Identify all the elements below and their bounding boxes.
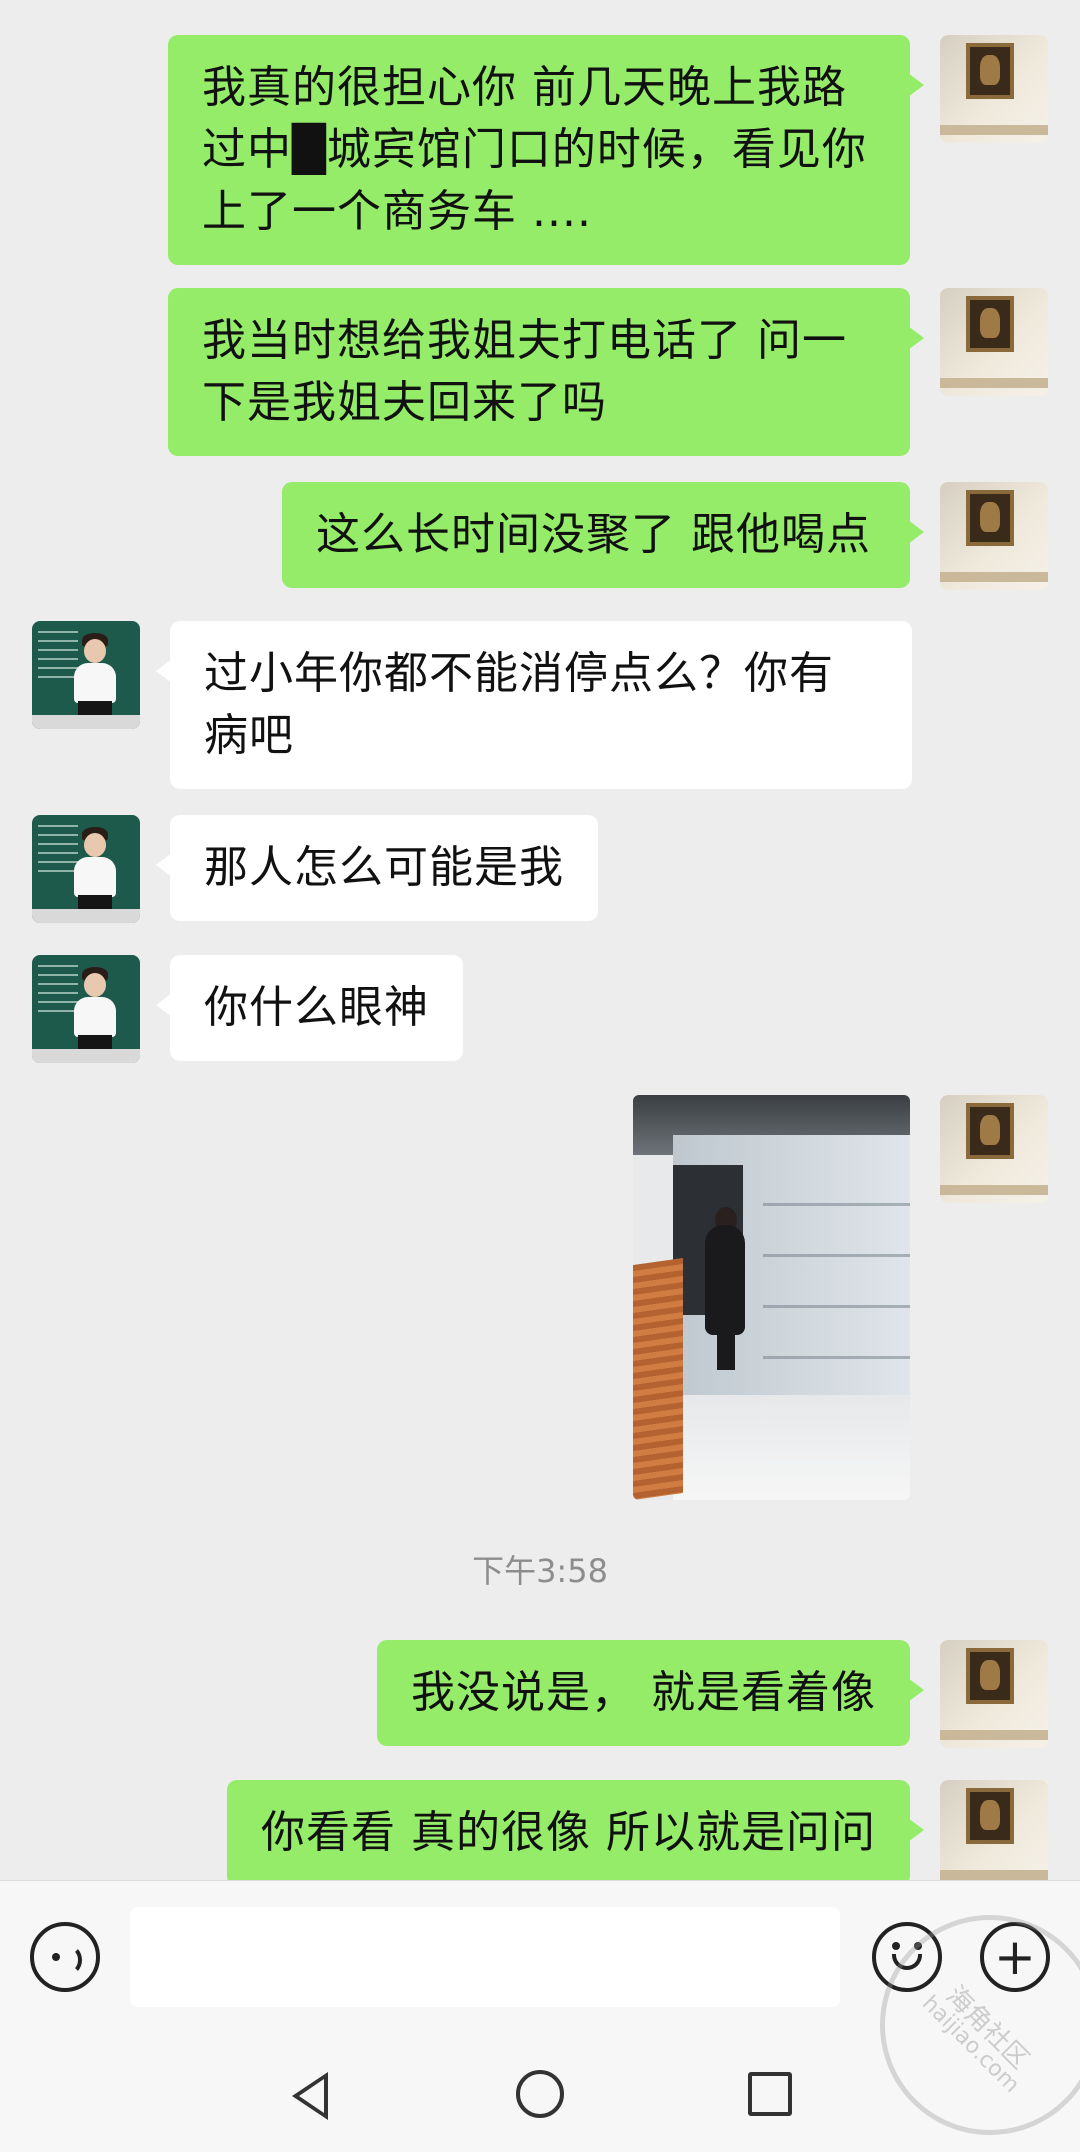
self-avatar[interactable] — [940, 482, 1048, 590]
message-bubble-other[interactable]: 你什么眼神 — [156, 955, 463, 1061]
message-bubble-self[interactable]: 我真的很担心你 前几天晚上我路过中█城宾馆门口的时候，看见你上了一个商务车 ..… — [168, 35, 924, 265]
self-avatar[interactable] — [940, 35, 1048, 143]
self-avatar[interactable] — [940, 1780, 1048, 1880]
emoji-icon[interactable] — [872, 1922, 942, 1992]
message-bubble-other[interactable]: 那人怎么可能是我 — [156, 815, 598, 921]
recent-square-icon[interactable] — [748, 2072, 792, 2116]
contact-avatar[interactable] — [32, 955, 140, 1063]
contact-avatar[interactable] — [32, 621, 140, 729]
image-message[interactable] — [633, 1095, 910, 1500]
message-timestamp: 下午3:58 — [472, 1552, 608, 1590]
message-bubble-self[interactable]: 这么长时间没聚了 跟他喝点 — [282, 482, 924, 588]
message-input[interactable] — [130, 1907, 840, 2007]
message-bubble-self[interactable]: 我没说是， 就是看着像 — [377, 1640, 924, 1746]
home-circle-icon[interactable] — [516, 2070, 564, 2118]
back-triangle-icon[interactable] — [292, 2072, 328, 2120]
self-avatar[interactable] — [940, 288, 1048, 396]
self-avatar[interactable] — [940, 1095, 1048, 1203]
message-bubble-other[interactable]: 过小年你都不能消停点么？你有病吧 — [156, 621, 912, 789]
message-bubble-self[interactable]: 我当时想给我姐夫打电话了 问一下是我姐夫回来了吗 — [168, 288, 924, 456]
voice-icon[interactable] — [30, 1922, 100, 1992]
input-bar: + — [0, 1880, 1080, 2036]
contact-avatar[interactable] — [32, 815, 140, 923]
message-bubble-self[interactable]: 你看看 真的很像 所以就是问问 — [227, 1780, 924, 1880]
self-avatar[interactable] — [940, 1640, 1048, 1748]
system-nav-bar — [0, 2036, 1080, 2152]
plus-icon[interactable]: + — [980, 1922, 1050, 1992]
chat-area[interactable]: 我真的很担心你 前几天晚上我路过中█城宾馆门口的时候，看见你上了一个商务车 ..… — [0, 0, 1080, 1880]
